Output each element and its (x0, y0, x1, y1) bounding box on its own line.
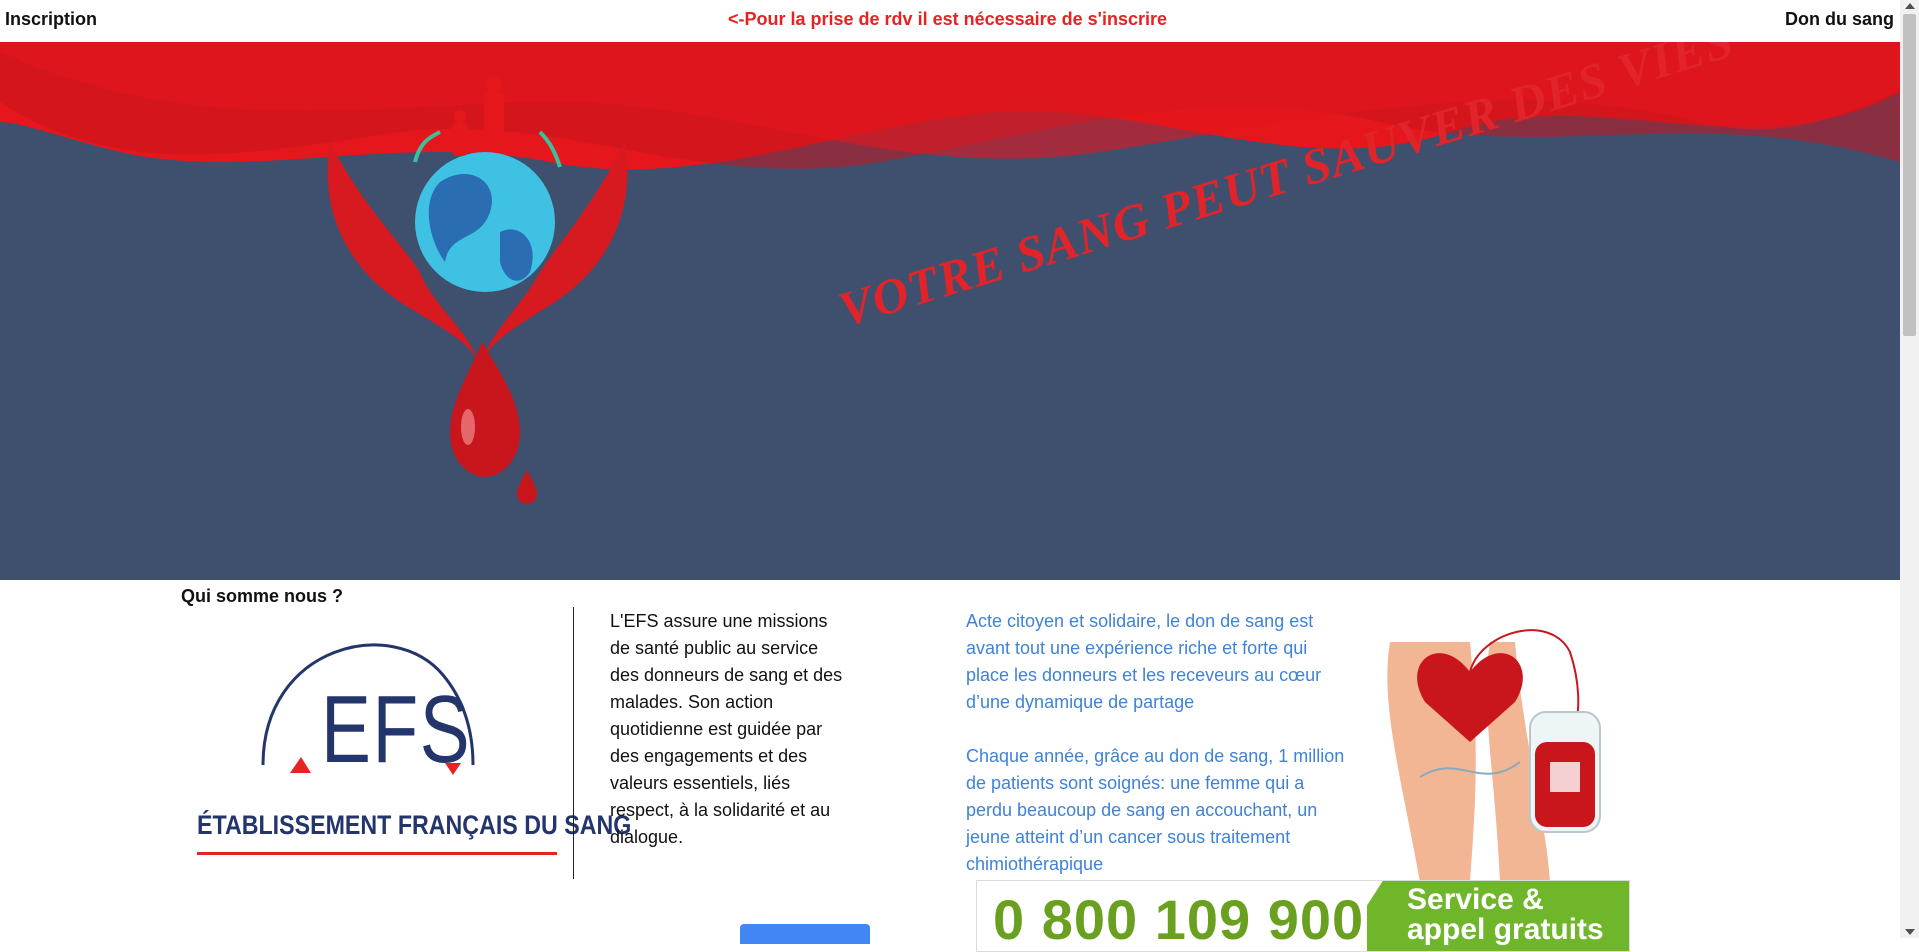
hero-banner: VOTRE SANG PEUT SAUVER DES VIES (0, 42, 1900, 580)
nav-registration-notice: <-Pour la prise de rdv il est nécessaire… (728, 9, 1167, 29)
nav-link-inscription[interactable]: Inscription (5, 9, 97, 30)
top-nav-bar: Inscription <-Pour la prise de rdv il es… (0, 0, 1900, 42)
nav-link-don-du-sang[interactable]: Don du sang (1785, 9, 1894, 30)
vertical-divider (573, 607, 574, 879)
service-label: Service & appel gratuits (1407, 883, 1604, 946)
small-blood-drop-icon (517, 470, 537, 504)
blood-drop-icon (450, 342, 520, 477)
blood-donation-info: Acte citoyen et solidaire, le don de san… (966, 608, 1346, 905)
phone-number: 0 800 109 900 (993, 888, 1365, 951)
mission-paragraph: L'EFS assure une missions de santé publi… (610, 611, 843, 847)
about-section-title: Qui somme nous ? (181, 586, 344, 606)
info-paragraph: Chaque année, grâce au don de sang, 1 mi… (966, 746, 1345, 874)
service-badge: Service & appel gratuits (1367, 881, 1629, 951)
primary-button[interactable] (740, 924, 870, 944)
info-paragraph: Acte citoyen et solidaire, le don de san… (966, 611, 1322, 712)
phone-banner[interactable]: 0 800 109 900 Service & appel gratuits (976, 880, 1630, 952)
blood-donation-illustration (1387, 629, 1601, 882)
scroll-down-arrow-icon[interactable] (1905, 929, 1915, 935)
vertical-scrollbar[interactable] (1900, 0, 1919, 938)
efs-logo-fullname: ÉTABLISSEMENT FRANÇAIS DU SANG (197, 810, 632, 840)
efs-logo-letters: EFS (321, 676, 472, 783)
efs-logo-underline (197, 852, 557, 855)
scroll-thumb[interactable] (1903, 14, 1916, 336)
hero-waves-illustration (0, 42, 1900, 504)
scroll-up-arrow-icon[interactable] (1905, 3, 1915, 9)
